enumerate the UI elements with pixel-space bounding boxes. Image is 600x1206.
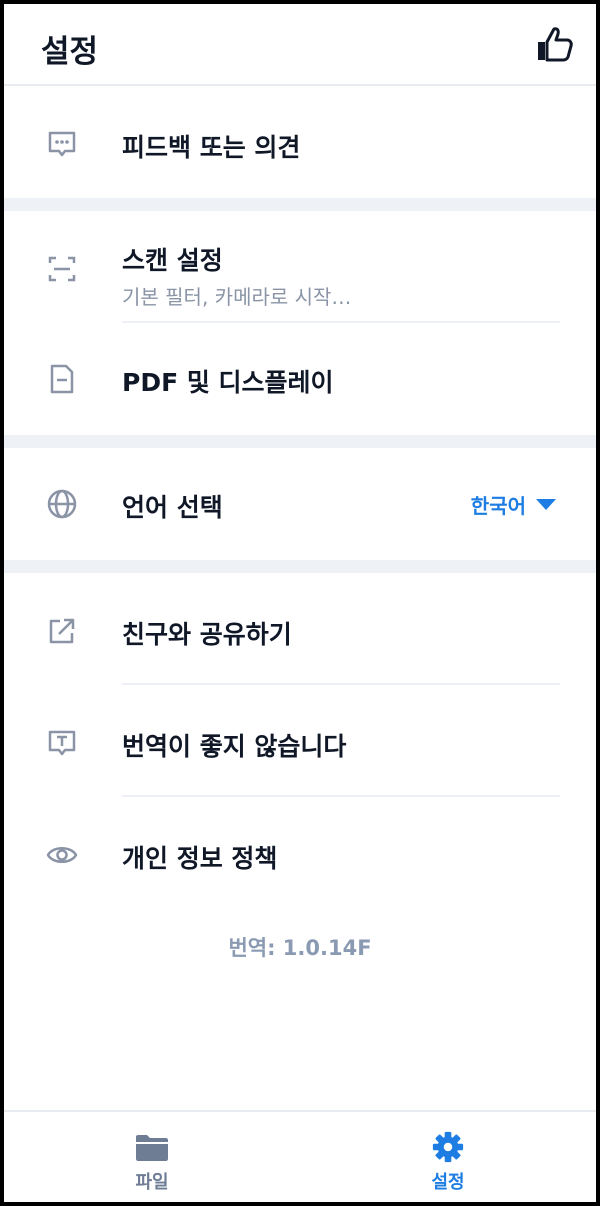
gear-icon xyxy=(432,1131,464,1163)
share-icon xyxy=(49,618,75,644)
language-label: 언어 선택 xyxy=(122,493,223,522)
caret-down-icon xyxy=(536,498,556,510)
header: 설정 xyxy=(4,4,596,86)
translate-feedback-icon xyxy=(48,730,76,756)
language-value: 한국어 xyxy=(470,493,526,518)
scan-frame-icon xyxy=(48,256,76,282)
section-separator xyxy=(4,435,596,448)
tab-files-label: 파일 xyxy=(135,1172,169,1193)
feedback-group: 피드백 또는 의견 xyxy=(4,88,596,198)
folder-icon xyxy=(136,1135,168,1161)
version-text: 번역: 1.0.14F xyxy=(228,936,372,960)
scan-settings-row[interactable]: 스캔 설정 기본 필터, 카메라로 시작… xyxy=(4,211,596,323)
share-row[interactable]: 친구와 공유하기 xyxy=(4,573,596,685)
pdf-display-label: PDF 및 디스플레이 xyxy=(122,368,334,397)
feedback-row[interactable]: 피드백 또는 의견 xyxy=(4,88,596,198)
scan-settings-label: 스캔 설정 xyxy=(122,246,223,275)
language-row[interactable]: 언어 선택 한국어 xyxy=(4,448,596,560)
section-separator xyxy=(4,560,596,573)
tab-settings[interactable]: 설정 xyxy=(300,1112,596,1202)
bottom-tab-bar: 파일 설정 xyxy=(4,1110,596,1202)
eye-icon xyxy=(46,847,78,863)
language-dropdown[interactable]: 한국어 xyxy=(471,489,556,519)
page-title: 설정 xyxy=(41,34,99,70)
scan-settings-sublabel: 기본 필터, 카메라로 시작… xyxy=(122,285,352,309)
chat-bubble-icon xyxy=(48,131,76,157)
tab-files[interactable]: 파일 xyxy=(4,1112,300,1202)
tab-settings-label: 설정 xyxy=(431,1172,465,1193)
share-label: 친구와 공유하기 xyxy=(122,620,292,649)
pdf-display-row[interactable]: PDF 및 디스플레이 xyxy=(4,323,596,435)
thumbs-up-icon[interactable] xyxy=(534,24,574,64)
feedback-label: 피드백 또는 의견 xyxy=(122,133,301,162)
misc-group: 친구와 공유하기 번역이 좋지 않습니다 개인 정보 정책 xyxy=(4,573,596,909)
bad-translation-row[interactable]: 번역이 좋지 않습니다 xyxy=(4,685,596,797)
settings-screen: 설정 피드백 또는 의견 스캔 설정 기본 필터, 카메라로 시작… PDF 및… xyxy=(4,4,596,1202)
language-group: 언어 선택 한국어 xyxy=(4,448,596,560)
privacy-policy-label: 개인 정보 정책 xyxy=(122,844,278,873)
privacy-policy-row[interactable]: 개인 정보 정책 xyxy=(4,797,596,909)
globe-icon xyxy=(47,489,77,519)
section-separator xyxy=(4,198,596,211)
scan-pdf-group: 스캔 설정 기본 필터, 카메라로 시작… PDF 및 디스플레이 xyxy=(4,211,596,435)
bad-translation-label: 번역이 좋지 않습니다 xyxy=(122,732,347,761)
document-icon xyxy=(50,364,74,394)
